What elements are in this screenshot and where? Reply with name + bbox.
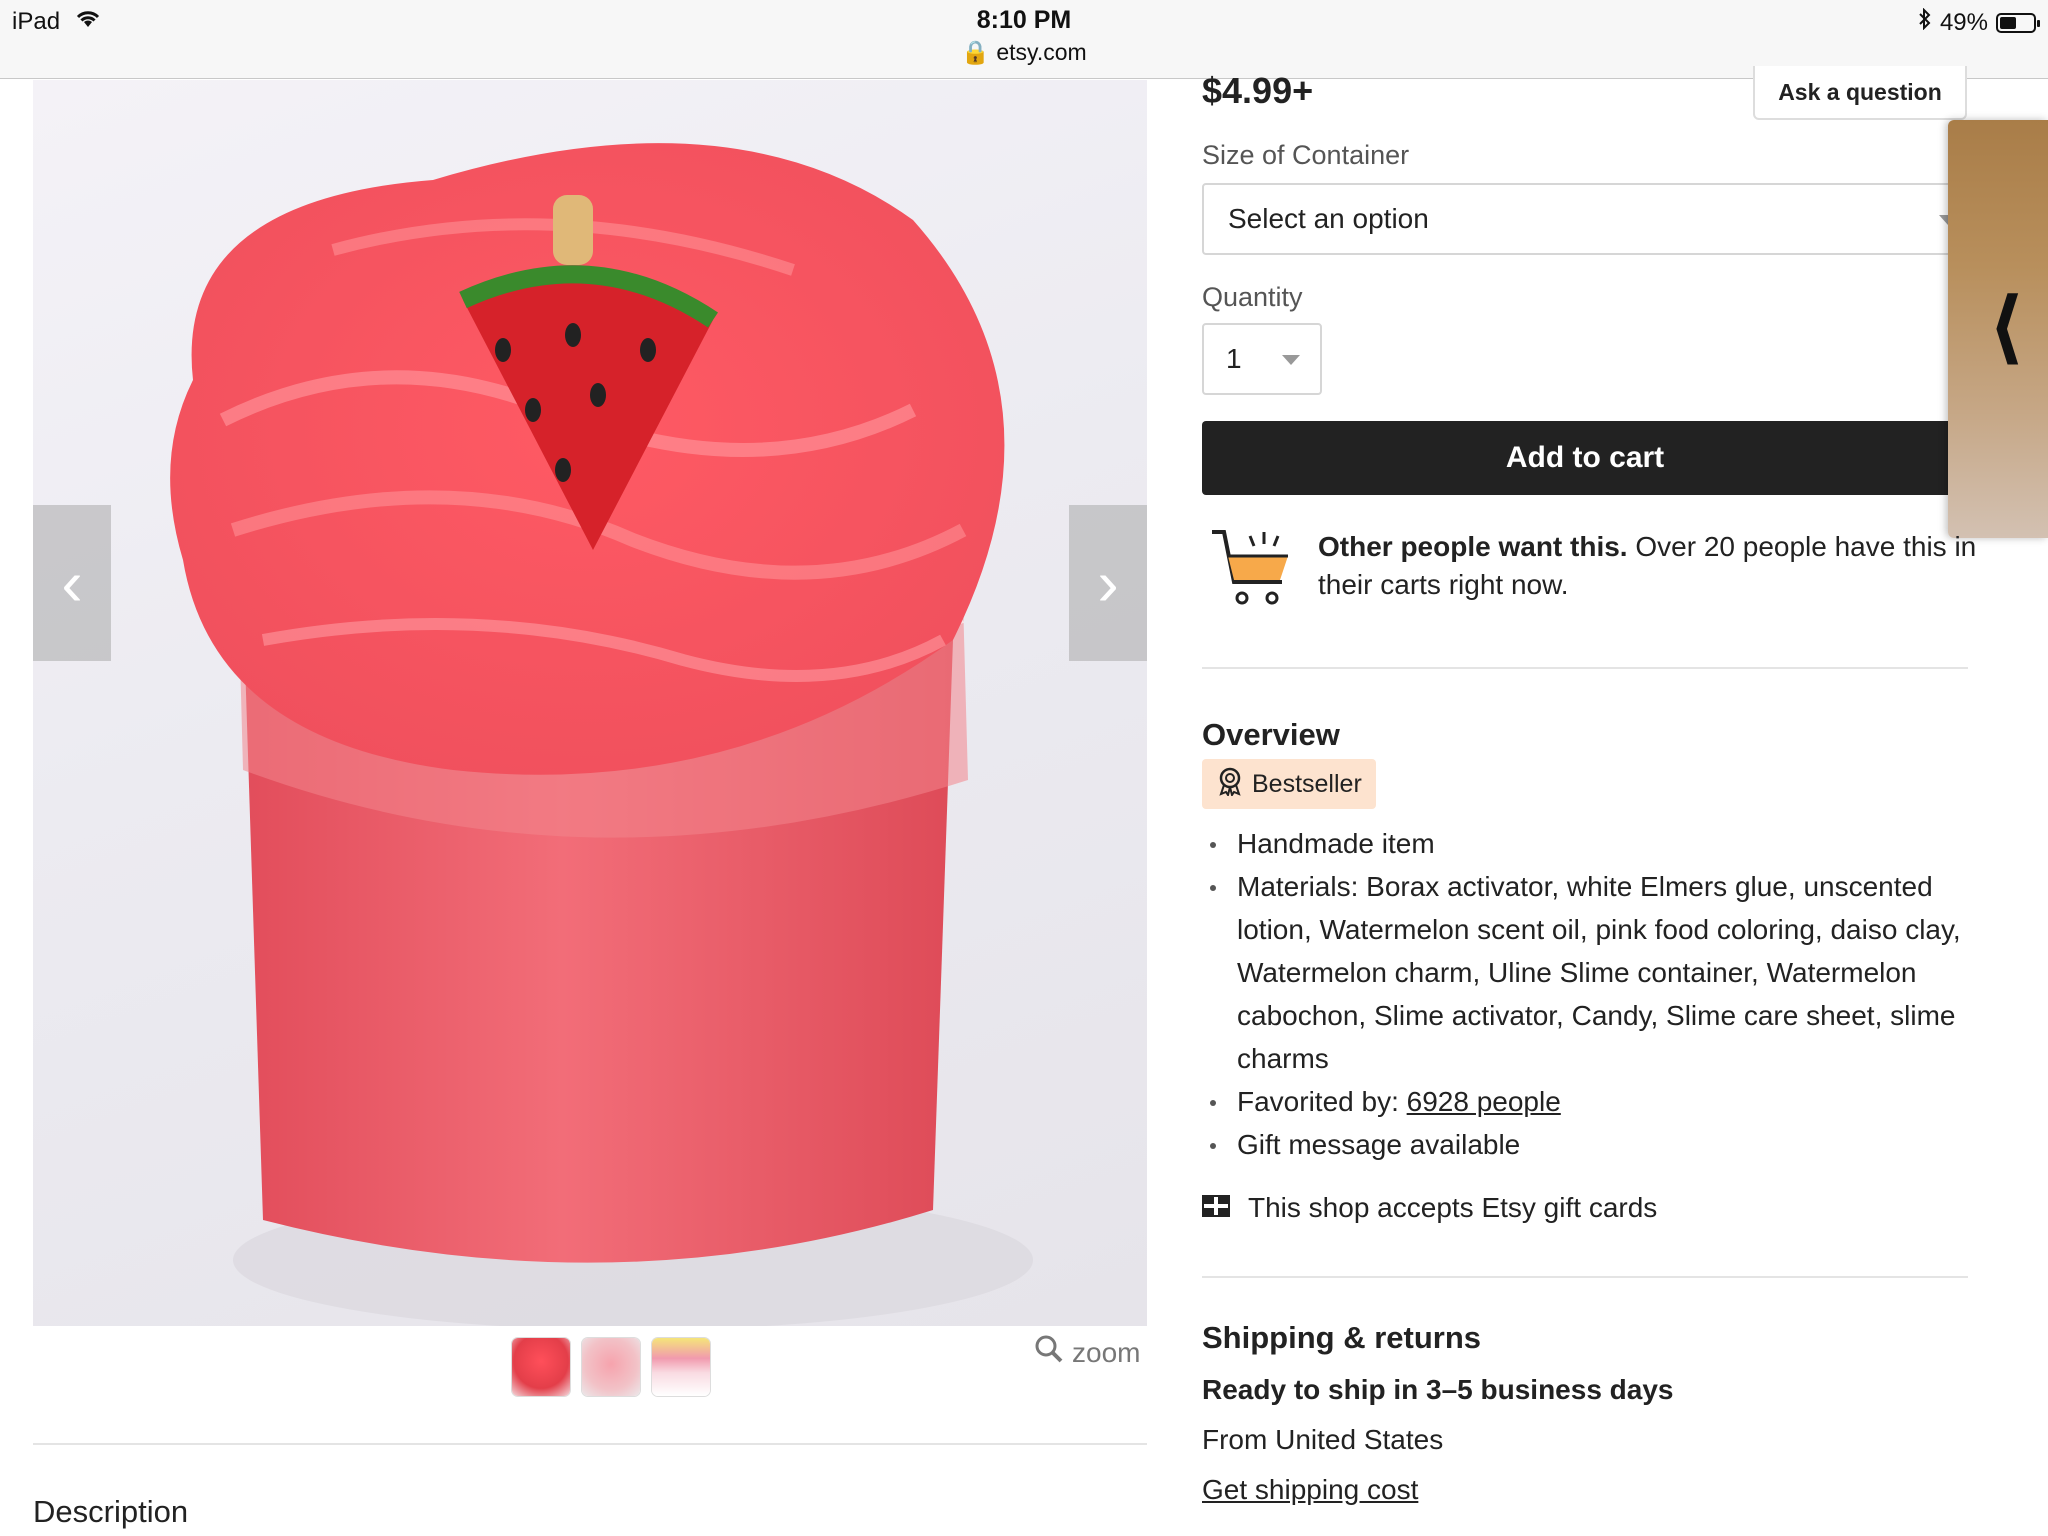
demand-bold: Other people want this. bbox=[1318, 531, 1628, 562]
address-bar[interactable]: 🔒 etsy.com bbox=[0, 39, 2048, 66]
bestseller-badge: Bestseller bbox=[1202, 759, 1376, 809]
overview-list: Handmade item Materials: Borax activator… bbox=[1202, 822, 1962, 1166]
favorited-link[interactable]: 6928 people bbox=[1407, 1086, 1561, 1117]
clock: 8:10 PM bbox=[976, 6, 1072, 34]
battery-fill bbox=[2000, 16, 2016, 29]
product-image[interactable]: ‹ › bbox=[33, 80, 1147, 1326]
list-item: Gift message available bbox=[1202, 1123, 1962, 1166]
zoom-button[interactable]: zoom bbox=[1034, 1334, 1140, 1371]
size-select-value: Select an option bbox=[1228, 203, 1429, 234]
add-to-cart-button[interactable]: Add to cart bbox=[1202, 421, 1968, 495]
status-center: 8:10 PM 🔒 etsy.com bbox=[0, 6, 2048, 66]
quantity-label: Quantity bbox=[1202, 282, 1303, 312]
battery-icon bbox=[1996, 12, 2040, 33]
description-heading: Description bbox=[33, 1494, 189, 1529]
divider bbox=[33, 1443, 1147, 1445]
size-select[interactable]: Select an option bbox=[1202, 183, 1967, 255]
favorited-prefix: Favorited by: bbox=[1237, 1086, 1407, 1117]
side-panel-handle[interactable]: ⟨ bbox=[1948, 120, 2048, 538]
divider bbox=[1202, 1276, 1968, 1278]
demand-text: Other people want this. Over 20 people h… bbox=[1318, 528, 1978, 604]
quantity-value: 1 bbox=[1226, 343, 1242, 374]
badge-label: Bestseller bbox=[1252, 769, 1362, 798]
shipping-cost-link[interactable]: Get shipping cost bbox=[1202, 1474, 1418, 1506]
chevron-right-icon: › bbox=[1097, 547, 1119, 619]
price: $4.99+ bbox=[1202, 70, 1314, 111]
list-item: Favorited by: 6928 people bbox=[1202, 1080, 1962, 1123]
thumbnail-2[interactable] bbox=[582, 1338, 640, 1396]
chevron-left-icon: ⟨ bbox=[1988, 282, 2025, 371]
handmade-text: Handmade item bbox=[1237, 828, 1435, 859]
thumbnail-1[interactable] bbox=[512, 1338, 570, 1396]
gallery-prev-button[interactable]: ‹ bbox=[33, 505, 111, 661]
zoom-label: zoom bbox=[1072, 1336, 1141, 1368]
quantity-select[interactable]: 1 bbox=[1202, 323, 1322, 395]
chevron-left-icon: ‹ bbox=[61, 547, 83, 619]
chevron-down-icon bbox=[1282, 355, 1300, 365]
list-item: Handmade item bbox=[1202, 822, 1962, 865]
thumbnail-3[interactable] bbox=[652, 1338, 710, 1396]
slime-jar-illustration bbox=[170, 143, 1033, 1326]
thumbnail-strip bbox=[512, 1338, 710, 1396]
status-bar: iPad 8:10 PM 🔒 etsy.com 49% bbox=[0, 0, 2048, 79]
bluetooth-icon bbox=[1918, 7, 1932, 37]
battery-percent: 49% bbox=[1939, 8, 1988, 36]
award-icon bbox=[1216, 766, 1244, 803]
materials-text: Materials: Borax activator, white Elmers… bbox=[1237, 871, 1961, 1074]
address-url: etsy.com bbox=[996, 39, 1087, 65]
cart-icon bbox=[1210, 528, 1294, 613]
list-item: Materials: Borax activator, white Elmers… bbox=[1202, 865, 1962, 1080]
gift-cards-text: This shop accepts Etsy gift cards bbox=[1248, 1192, 1658, 1223]
overview-heading: Overview bbox=[1202, 717, 1340, 752]
gift-card-icon bbox=[1202, 1192, 1230, 1224]
gallery-next-button[interactable]: › bbox=[1069, 505, 1147, 661]
divider bbox=[1202, 667, 1968, 669]
ship-time: Ready to ship in 3–5 business days bbox=[1202, 1374, 1674, 1405]
gift-message-text: Gift message available bbox=[1237, 1129, 1521, 1160]
ask-question-button[interactable]: Ask a question bbox=[1753, 66, 1967, 120]
magnifier-icon bbox=[1034, 1334, 1064, 1371]
status-right: 49% bbox=[1918, 7, 2040, 37]
gift-cards-note: This shop accepts Etsy gift cards bbox=[1202, 1192, 1657, 1224]
size-label: Size of Container bbox=[1202, 140, 1410, 170]
shipping-heading: Shipping & returns bbox=[1202, 1320, 1481, 1355]
lock-icon: 🔒 bbox=[961, 39, 990, 65]
ship-origin: From United States bbox=[1202, 1424, 1444, 1455]
